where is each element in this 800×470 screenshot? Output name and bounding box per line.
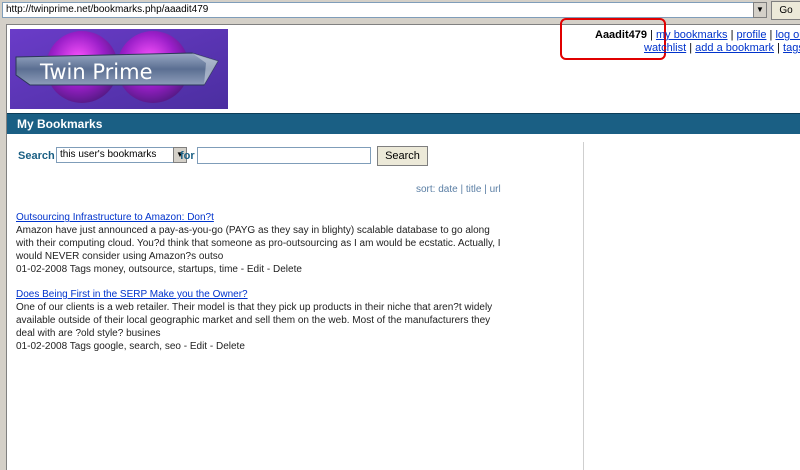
bookmark-date: 01-02-2008 bbox=[16, 264, 68, 275]
bookmark-title-link[interactable]: Outsourcing Infrastructure to Amazon: Do… bbox=[16, 211, 511, 224]
log-out-link[interactable]: log out bbox=[775, 29, 800, 41]
page-content: Twin Prime Aaadit479 | my bookmarks | pr… bbox=[6, 18, 800, 470]
bookmark-meta: 01-02-2008 Tags google, search, seo - Ed… bbox=[16, 341, 245, 352]
bookmark-description: Amazon have just announced a pay-as-you-… bbox=[16, 225, 501, 262]
search-label: Search bbox=[18, 150, 55, 162]
page-title-bar: My Bookmarks bbox=[7, 113, 800, 134]
address-dropdown-icon[interactable]: ▼ bbox=[753, 2, 767, 18]
logo-text: Twin Prime bbox=[39, 60, 153, 84]
delete-link[interactable]: Delete bbox=[273, 264, 302, 275]
bookmark-item: Does Being First in the SERP Make you th… bbox=[16, 288, 511, 353]
bookmark-date: 01-02-2008 bbox=[16, 341, 68, 352]
go-button[interactable]: Go bbox=[771, 1, 800, 20]
bookmark-tags[interactable]: google, search, seo bbox=[94, 341, 181, 352]
edit-link[interactable]: Edit bbox=[247, 264, 264, 275]
my-bookmarks-link[interactable]: my bookmarks bbox=[656, 29, 728, 41]
bookmark-title-link[interactable]: Does Being First in the SERP Make you th… bbox=[16, 288, 511, 301]
user-nav-2: watchlist | add a bookmark | tags bbox=[644, 42, 800, 55]
user-nav: Aaadit479 | my bookmarks | profile | log… bbox=[595, 29, 800, 42]
sort-label: sort: bbox=[416, 184, 436, 195]
page-title: My Bookmarks bbox=[17, 117, 103, 131]
username: Aaadit479 bbox=[595, 29, 647, 41]
profile-link[interactable]: profile bbox=[736, 29, 766, 41]
edit-link[interactable]: Edit bbox=[190, 341, 207, 352]
bookmark-description: One of our clients is a web retailer. Th… bbox=[16, 302, 493, 339]
bookmark-item: Outsourcing Infrastructure to Amazon: Do… bbox=[16, 211, 511, 276]
sort-url-link[interactable]: url bbox=[490, 184, 501, 195]
search-button[interactable]: Search bbox=[377, 146, 428, 166]
add-bookmark-link[interactable]: add a bookmark bbox=[695, 42, 774, 54]
for-label: for bbox=[180, 150, 195, 162]
sort-bar: sort: date | title | url bbox=[416, 184, 501, 195]
address-bar[interactable]: http://twinprime.net/bookmarks.php/aaadi… bbox=[2, 2, 762, 18]
search-scope-select[interactable]: this user's bookmarks bbox=[56, 147, 179, 163]
twin-prime-logo[interactable]: Twin Prime bbox=[10, 29, 228, 109]
sidebar-divider bbox=[583, 142, 584, 470]
tags-link[interactable]: tags bbox=[783, 42, 800, 54]
browser-toolbar: http://twinprime.net/bookmarks.php/aaadi… bbox=[0, 0, 800, 22]
sort-date-link[interactable]: date bbox=[438, 184, 457, 195]
bookmark-meta: 01-02-2008 Tags money, outsource, startu… bbox=[16, 264, 302, 275]
search-input[interactable] bbox=[197, 147, 371, 164]
watchlist-link[interactable]: watchlist bbox=[644, 42, 686, 54]
sort-title-link[interactable]: title bbox=[466, 184, 482, 195]
delete-link[interactable]: Delete bbox=[216, 341, 245, 352]
bookmark-tags[interactable]: money, outsource, startups, time bbox=[94, 264, 238, 275]
